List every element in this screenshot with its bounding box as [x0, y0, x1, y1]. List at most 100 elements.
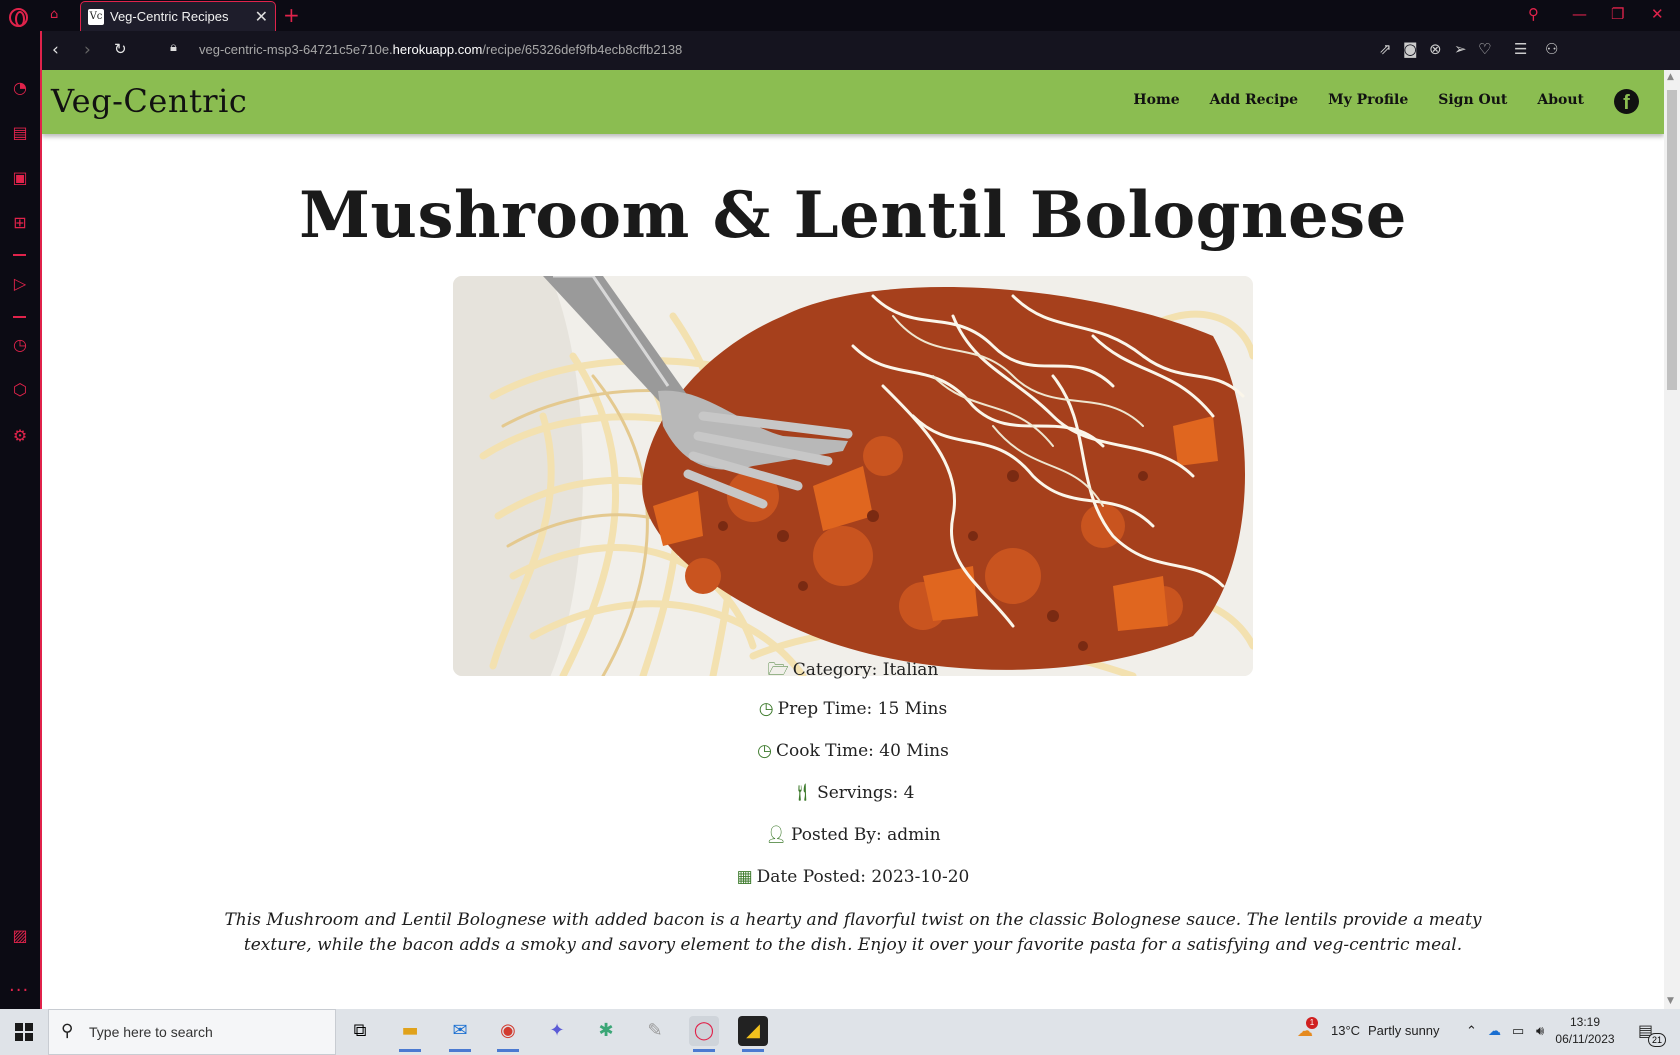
copilot-icon[interactable]: ✦	[542, 1016, 572, 1046]
clock-time: 13:19	[1569, 1015, 1601, 1029]
url-field[interactable]: veg-centric-msp3-64721c5e710e.herokuapp.…	[199, 42, 682, 57]
history-icon[interactable]: ◷	[10, 335, 30, 355]
utensils-icon: 🍴︎	[791, 783, 814, 803]
file-explorer-icon[interactable]: ▬	[395, 1016, 425, 1052]
profile-icon[interactable]: ⚇	[1545, 40, 1558, 58]
tab-title: Veg-Centric Recipes	[110, 9, 229, 24]
nav-home-link[interactable]: Home	[1133, 92, 1179, 108]
mail-icon[interactable]: ✉	[445, 1016, 475, 1052]
onedrive-cloud-icon[interactable]: ☁	[1488, 1023, 1501, 1039]
nav-add-recipe-link[interactable]: Add Recipe	[1210, 92, 1298, 108]
scroll-down-icon[interactable]: ▼	[1667, 996, 1674, 1006]
minimize-button[interactable]: —	[1572, 5, 1587, 23]
close-window-button[interactable]: ✕	[1651, 5, 1664, 23]
sticky-notes-icon[interactable]: ◢	[738, 1016, 768, 1052]
lock-icon[interactable]: 🔒︎	[170, 40, 177, 55]
speed-dial-icon[interactable]: ◔	[10, 78, 30, 98]
weather-text[interactable]: Partly sunny	[1368, 1023, 1440, 1038]
scroll-up-icon[interactable]: ▲	[1667, 72, 1674, 82]
share-icon[interactable]: ⇗	[1379, 40, 1392, 58]
sidebar-divider	[13, 254, 26, 256]
ad-blocker-icon[interactable]: ⊗	[1429, 40, 1442, 58]
tab-close-icon[interactable]: ✕	[255, 7, 268, 26]
clock-icon: ◷	[758, 699, 774, 719]
tab-favicon-icon: Vc	[88, 9, 104, 25]
taskbar-search-placeholder: Type here to search	[89, 1024, 213, 1040]
recipe-prep-time: ◷ Prep Time: 15 Mins	[42, 699, 1664, 719]
recipe-description: This Mushroom and Lentil Bolognese with …	[224, 910, 1482, 955]
opera-gx-icon[interactable]: ◯	[689, 1016, 719, 1052]
nav-my-profile-link[interactable]: My Profile	[1328, 92, 1408, 108]
opera-menu-icon[interactable]	[9, 8, 28, 27]
notification-count-badge: 21	[1648, 1033, 1666, 1047]
page-scrollbar[interactable]: ▲ ▼	[1664, 70, 1680, 1009]
recipe-cook-time-text: Cook Time: 40 Mins	[776, 741, 949, 761]
gimp-icon[interactable]: ✎	[640, 1016, 670, 1046]
facebook-icon[interactable]: f	[1614, 89, 1639, 114]
recipe-date-posted: ▦ Date Posted: 2023-10-20	[42, 867, 1664, 887]
sidebar-divider	[13, 316, 26, 318]
nav-sign-out-link[interactable]: Sign Out	[1438, 92, 1507, 108]
opera-sidebar: ◔ ▤ ▣ ⊞ ▷ ◷ ⬡ ⚙ ▨ ···	[0, 31, 40, 1009]
extensions-cube-icon[interactable]: ⬡	[10, 380, 30, 400]
reload-icon[interactable]: ↻	[114, 40, 127, 58]
recipe-servings: 🍴︎ Servings: 4	[42, 783, 1664, 803]
tray-chevron-up-icon[interactable]: ⌃	[1466, 1023, 1477, 1039]
windows-start-button[interactable]	[15, 1023, 33, 1041]
recipe-title: Mushroom & Lentil Bolognese	[299, 178, 1407, 253]
back-icon[interactable]: ‹	[52, 40, 59, 60]
network-icon[interactable]: ▭	[1512, 1023, 1524, 1039]
recipe-category: 🗁︎ Category: Italian	[42, 657, 1664, 686]
restore-button[interactable]: ❐	[1611, 5, 1624, 23]
gamepad-icon[interactable]: ⌂	[50, 8, 68, 22]
recipe-category-text: Category: Italian	[792, 660, 939, 680]
url-path: /recipe/65326def9fb4ecb8cffb2138	[482, 42, 683, 57]
url-host: herokuapp.com	[392, 42, 483, 57]
recipe-cook-time: ◷ Cook Time: 40 Mins	[42, 741, 1664, 761]
weather-temp[interactable]: 13°C	[1331, 1023, 1360, 1038]
more-options-icon[interactable]: ···	[9, 980, 29, 1001]
slack-icon[interactable]: ✱	[591, 1016, 621, 1046]
forward-icon[interactable]: ›	[84, 40, 91, 60]
windows-taskbar: ⚲ Type here to search ⧉ ▬ ✉ ◉ ✦ ✱ ✎ ◯ ◢ …	[0, 1009, 1680, 1055]
browser-titlebar: ⌂ Vc Veg-Centric Recipes ✕ + ⚲ — ❐ ✕	[0, 0, 1680, 32]
taskbar-clock[interactable]: 13:19 06/11/2023	[1552, 1014, 1618, 1048]
send-icon[interactable]: ➢	[1454, 40, 1467, 58]
url-prefix: veg-centric-msp3-64721c5e710e.	[199, 42, 393, 57]
scrollbar-thumb[interactable]	[1667, 90, 1677, 390]
new-tab-button[interactable]: +	[283, 3, 300, 27]
snapshot-gallery-icon[interactable]: ▨	[10, 926, 30, 946]
task-view-icon[interactable]: ⧉	[345, 1016, 375, 1046]
recipe-posted-by-text: Posted By: admin	[790, 825, 941, 845]
weather-alert-badge: 1	[1306, 1017, 1318, 1029]
volume-icon[interactable]: 🔊︎	[1536, 1023, 1544, 1039]
search-icon: ⚲	[61, 1021, 74, 1041]
settings-gear-icon[interactable]: ⚙	[10, 426, 30, 446]
address-bar: ‹ › ↻ 🔒︎ veg-centric-msp3-64721c5e710e.h…	[40, 31, 1680, 70]
browser-tab-active[interactable]: Vc Veg-Centric Recipes ✕	[80, 1, 276, 32]
recipe-servings-text: Servings: 4	[817, 783, 915, 803]
gx-control-icon[interactable]: ⊞	[10, 213, 30, 233]
recipe-posted-by: 👤︎ Posted By: admin	[42, 825, 1664, 845]
site-navbar: Veg-Centric Home Add Recipe My Profile S…	[42, 70, 1664, 134]
shopping-bag-icon[interactable]: ▤	[10, 123, 30, 143]
recipe-image	[453, 276, 1253, 676]
calendar-icon: ▦	[736, 867, 753, 887]
page-viewport: Veg-Centric Home Add Recipe My Profile S…	[40, 70, 1664, 1009]
search-tabs-icon[interactable]: ⚲	[1528, 5, 1539, 23]
twitch-icon[interactable]: ▣	[10, 168, 30, 188]
nav-links: Home Add Recipe My Profile Sign Out Abou…	[1133, 92, 1584, 108]
taskbar-search-box[interactable]: ⚲ Type here to search	[48, 1009, 336, 1055]
player-icon[interactable]: ▷	[10, 274, 30, 294]
site-brand-logo[interactable]: Veg-Centric	[51, 82, 247, 120]
folder-open-icon: 🗁︎	[767, 660, 789, 680]
easy-setup-icon[interactable]: ☰	[1514, 40, 1527, 58]
chrome-icon[interactable]: ◉	[493, 1016, 523, 1052]
recipe-prep-time-text: Prep Time: 15 Mins	[777, 699, 948, 719]
recipe-date-posted-text: Date Posted: 2023-10-20	[756, 867, 970, 887]
nav-about-link[interactable]: About	[1537, 92, 1584, 108]
bookmark-heart-icon[interactable]: ♡	[1478, 40, 1491, 58]
snapshot-camera-icon[interactable]: ◙	[1403, 40, 1418, 58]
clock-icon: ◷	[757, 741, 772, 761]
spaghetti-bolognese-photo	[453, 276, 1253, 676]
